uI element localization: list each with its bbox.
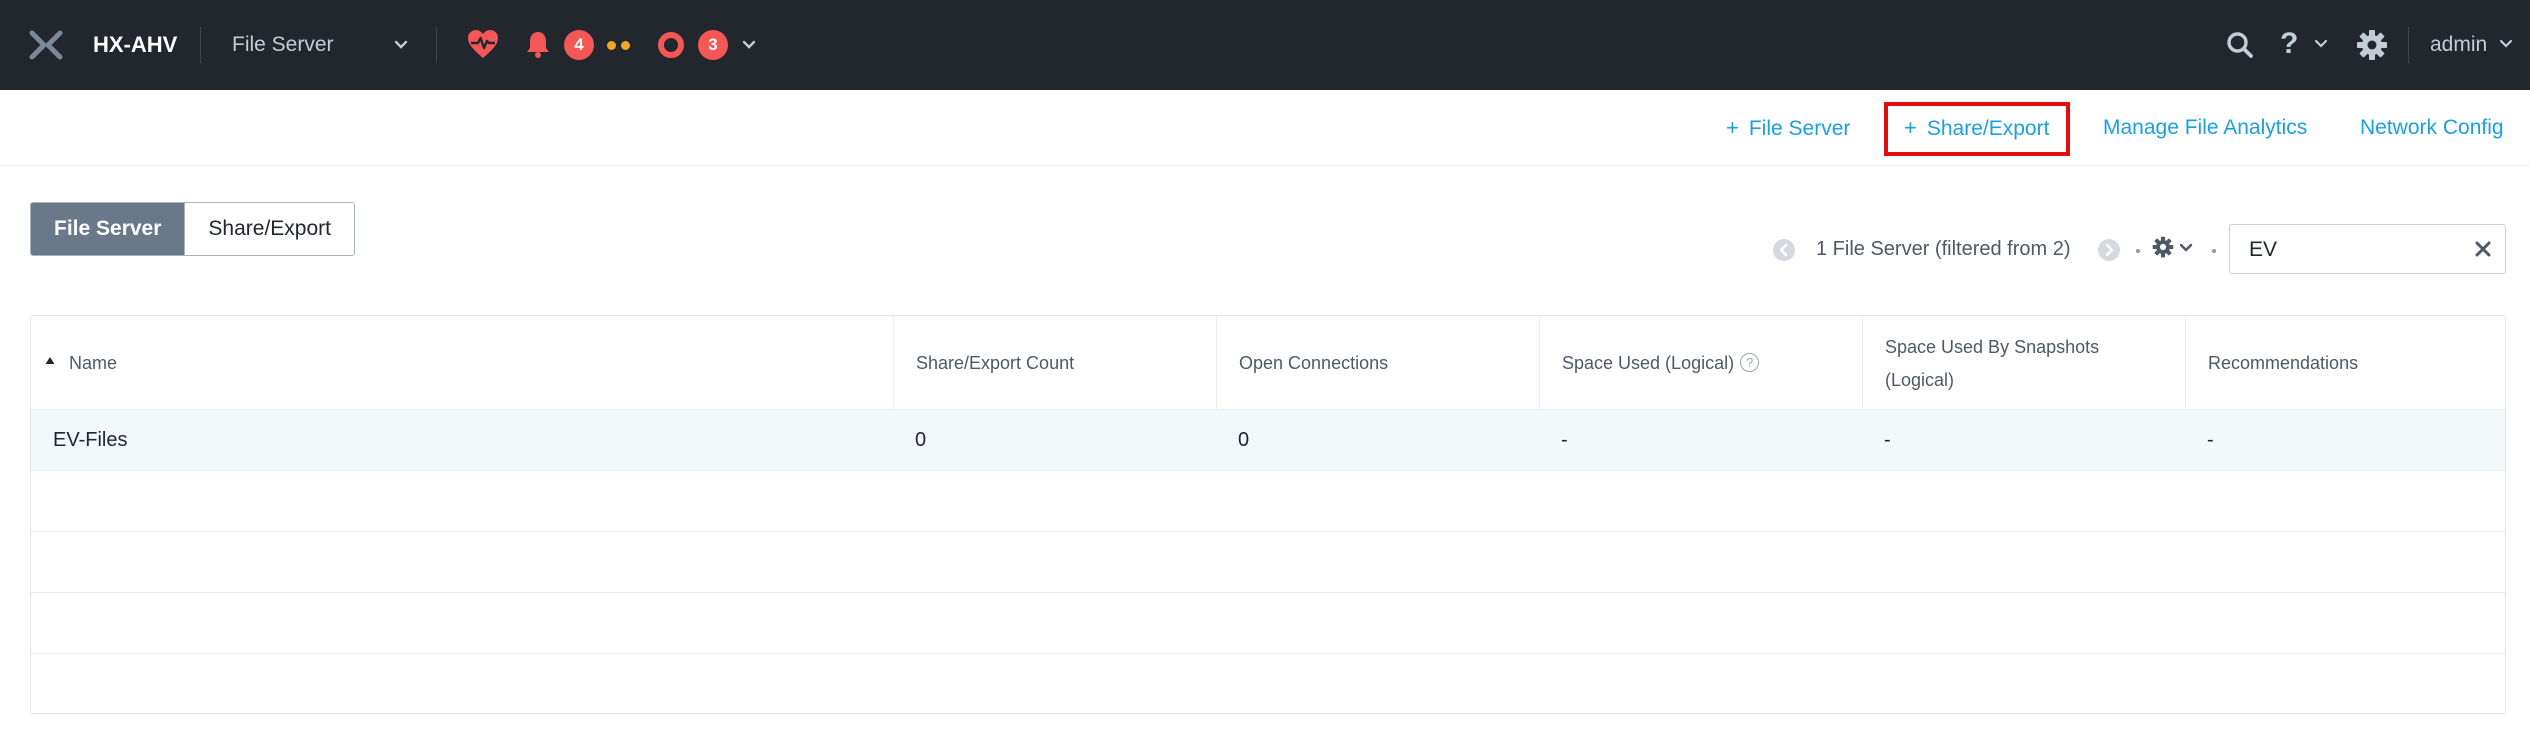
- chevron-down-icon[interactable]: [392, 36, 410, 54]
- add-share-export-link[interactable]: + Share/Export: [1904, 114, 2049, 143]
- pagination-summary: 1 File Server (filtered from 2): [1816, 238, 2071, 260]
- separator-dot: [2212, 249, 2216, 253]
- column-header-space-used-by-snapshots[interactable]: Space Used By Snapshots (Logical): [1862, 316, 2185, 410]
- cell-space-used: -: [1561, 429, 1568, 451]
- add-file-server-label: File Server: [1748, 117, 1851, 140]
- chevron-down-icon[interactable]: [740, 36, 758, 54]
- network-config-link[interactable]: Network Config: [2360, 114, 2504, 142]
- add-file-server-link[interactable]: + File Server: [1726, 114, 1850, 143]
- file-server-view-button[interactable]: File Server: [31, 203, 185, 255]
- plus-icon: +: [1904, 115, 1917, 140]
- column-label: Recommendations: [2208, 353, 2359, 373]
- heart-pulse-icon[interactable]: [466, 28, 500, 60]
- column-label-wrap: Space Used (Logical)?: [1562, 351, 1760, 375]
- chevron-right-icon: [2105, 243, 2114, 257]
- add-share-export-label: Share/Export: [1926, 117, 2050, 140]
- column-header-open-connections[interactable]: Open Connections: [1216, 316, 1539, 410]
- column-label: Space Used By Snapshots (Logical): [1885, 337, 2100, 390]
- user-menu[interactable]: admin: [2430, 30, 2487, 60]
- chevron-down-icon[interactable]: [2313, 36, 2329, 52]
- chevron-down-icon[interactable]: [2178, 240, 2194, 256]
- events-ring-icon[interactable]: [658, 32, 684, 58]
- divider: [200, 27, 201, 63]
- filter-input[interactable]: [2249, 237, 2449, 263]
- manage-file-analytics-link[interactable]: Manage File Analytics: [2103, 114, 2307, 142]
- table-settings-gear-icon[interactable]: [2152, 236, 2174, 258]
- warning-dot: [621, 41, 630, 50]
- empty-row: [31, 654, 2505, 713]
- nutanix-logo-icon[interactable]: [28, 29, 64, 61]
- empty-row: [31, 532, 2505, 593]
- bell-icon[interactable]: [524, 29, 552, 59]
- cell-share-export-count: 0: [915, 429, 927, 451]
- cell-recommendations: -: [2207, 429, 2214, 451]
- empty-row: [31, 593, 2505, 654]
- column-label: Space Used (Logical): [1562, 353, 1735, 373]
- file-server-table: Name Share/Export Count Open Connections…: [30, 315, 2506, 714]
- column-header-recommendations[interactable]: Recommendations: [2185, 316, 2505, 410]
- filter-box: [2229, 224, 2506, 274]
- table-header: Name Share/Export Count Open Connections…: [31, 316, 2505, 410]
- separator-dot: [2136, 249, 2140, 253]
- table-row[interactable]: EV-Files 0 0 - - -: [31, 410, 2505, 471]
- question-circle-icon[interactable]: ?: [1740, 353, 1760, 372]
- sort-ascending-icon: [45, 357, 55, 364]
- column-header-space-used-logical[interactable]: Space Used (Logical)?: [1539, 316, 1862, 410]
- entity-selector[interactable]: File Server: [232, 30, 334, 60]
- gear-icon[interactable]: [2356, 29, 2388, 61]
- chevron-left-icon: [1779, 243, 1788, 257]
- divider: [436, 27, 437, 63]
- cell-space-used-snapshots: -: [1884, 429, 1891, 451]
- column-header-share-export-count[interactable]: Share/Export Count: [893, 316, 1216, 410]
- top-navigation-bar: HX-AHV File Server 4 3 ? admin: [0, 0, 2530, 90]
- column-label: Name: [69, 353, 118, 373]
- warning-dot: [607, 41, 616, 50]
- next-page-button[interactable]: [2098, 239, 2120, 261]
- events-count-badge[interactable]: 3: [698, 30, 728, 60]
- view-toggle: File Server Share/Export: [30, 202, 355, 256]
- column-header-name[interactable]: Name: [31, 316, 893, 410]
- column-label: Share/Export Count: [916, 353, 1075, 373]
- previous-page-button[interactable]: [1773, 239, 1795, 261]
- cell-name[interactable]: EV-Files: [31, 410, 893, 471]
- chevron-down-icon[interactable]: [2498, 36, 2514, 52]
- cell-open-connections: 0: [1238, 429, 1250, 451]
- divider: [2408, 27, 2409, 63]
- plus-icon: +: [1726, 115, 1739, 140]
- search-icon[interactable]: [2226, 31, 2254, 59]
- action-bar: + File Server + Share/Export Manage File A…: [0, 90, 2530, 166]
- alerts-count-badge[interactable]: 4: [564, 30, 594, 60]
- column-label: Open Connections: [1239, 353, 1389, 373]
- share-export-view-button[interactable]: Share/Export: [184, 203, 354, 255]
- cluster-name[interactable]: HX-AHV: [93, 30, 177, 60]
- close-icon[interactable]: [2474, 240, 2492, 258]
- empty-row: [31, 471, 2505, 532]
- help-icon[interactable]: ?: [2280, 24, 2298, 64]
